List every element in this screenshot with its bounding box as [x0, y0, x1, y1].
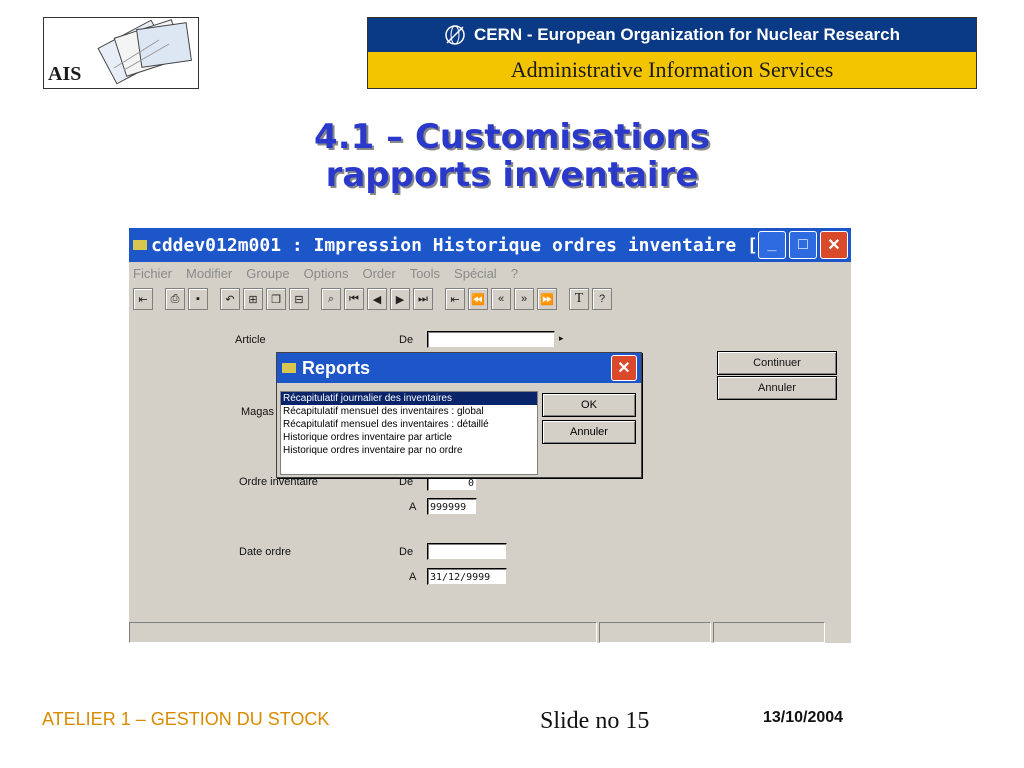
save-icon[interactable]: ▪: [188, 288, 208, 310]
org-name: CERN - European Organization for Nuclear…: [473, 25, 901, 44]
ais-logo: AIS: [43, 17, 199, 89]
cern-banner: CERN - European Organization for Nuclear…: [367, 17, 977, 89]
dialog-close-button[interactable]: ✕: [611, 355, 637, 381]
next-record-icon[interactable]: ▶: [390, 288, 410, 310]
page-title: 4.1 – Customisations rapports inventaire: [314, 117, 710, 195]
footer-slide-number: Slide no 15: [540, 708, 650, 734]
dialog-title: Reports: [302, 357, 371, 378]
minimize-button[interactable]: _: [758, 231, 786, 259]
toolbar: ⇤ ⎙ ▪ ↶ ⊞ ❐ ⊟ ⌕ ⏮ ◀ ▶ ⏭ ⇤ ⏪ « » ⏩ T ?: [129, 284, 851, 314]
delete-icon[interactable]: ⊟: [289, 288, 309, 310]
menu-options[interactable]: Options: [304, 266, 349, 281]
insert-icon[interactable]: ⊞: [243, 288, 263, 310]
exit-icon[interactable]: ⇤: [133, 288, 153, 310]
status-bar: [129, 622, 851, 643]
window-title: cddev012m001 : Impression Historique ord…: [151, 234, 758, 256]
article-arrow-icon[interactable]: ▸: [559, 333, 564, 344]
article-label: Article: [235, 334, 266, 346]
menu-modifier[interactable]: Modifier: [186, 266, 232, 281]
date-de-label: De: [399, 546, 414, 558]
menu-order[interactable]: Order: [362, 266, 395, 281]
menu-special[interactable]: Spécial: [454, 266, 497, 281]
prev-record-icon[interactable]: ◀: [367, 288, 387, 310]
maximize-button[interactable]: □: [789, 231, 817, 259]
dialog-annuler-button[interactable]: Annuler: [542, 420, 636, 444]
date-a-label: A: [409, 571, 417, 583]
dialog-app-icon: [282, 363, 296, 373]
first-block-icon[interactable]: ⇤: [445, 288, 465, 310]
list-item[interactable]: Récapitulatif mensuel des inventaires : …: [281, 418, 537, 431]
menu-tools[interactable]: Tools: [410, 266, 440, 281]
menu-groupe[interactable]: Groupe: [246, 266, 289, 281]
app-icon: [133, 240, 147, 250]
print-icon[interactable]: ⎙: [165, 288, 185, 310]
menu-fichier[interactable]: Fichier: [133, 266, 172, 281]
undo-icon[interactable]: ↶: [220, 288, 240, 310]
continuer-button[interactable]: Continuer: [717, 351, 837, 375]
menu-bar: Fichier Modifier Groupe Options Order To…: [129, 262, 851, 284]
dept-name: Administrative Information Services: [368, 52, 976, 88]
ordre-a-label: A: [409, 501, 417, 513]
copy-icon[interactable]: ❐: [266, 288, 286, 310]
next-icon[interactable]: »: [514, 288, 534, 310]
list-item[interactable]: Historique ordres inventaire par no ordr…: [281, 444, 537, 457]
ordre-a-field[interactable]: 999999: [427, 498, 477, 515]
last-record-icon[interactable]: ⏭: [413, 288, 433, 310]
cern-logo-icon: [445, 25, 465, 45]
article-de-label: De: [399, 334, 414, 346]
reports-dialog: Reports ✕ Récapitulatif journalier des i…: [276, 352, 642, 478]
prev-icon[interactable]: «: [491, 288, 511, 310]
list-item[interactable]: Récapitulatif journalier des inventaires: [281, 392, 537, 405]
article-de-field[interactable]: [427, 331, 555, 348]
window-titlebar[interactable]: cddev012m001 : Impression Historique ord…: [129, 228, 851, 262]
close-button[interactable]: ✕: [820, 231, 848, 259]
footer-left: ATELIER 1 – GESTION DU STOCK: [42, 709, 330, 729]
list-item[interactable]: Historique ordres inventaire par article: [281, 431, 537, 444]
dialog-titlebar[interactable]: Reports ✕: [277, 353, 641, 383]
reports-list[interactable]: Récapitulatif journalier des inventaires…: [280, 391, 538, 475]
prev-page-icon[interactable]: ⏪: [468, 288, 488, 310]
date-de-field[interactable]: [427, 543, 507, 560]
annuler-button[interactable]: Annuler: [717, 376, 837, 400]
list-item[interactable]: Récapitulatif mensuel des inventaires : …: [281, 405, 537, 418]
help-pointer-icon[interactable]: ?: [592, 288, 612, 310]
text-icon[interactable]: T: [569, 288, 589, 310]
date-label: Date ordre: [239, 546, 291, 558]
magasin-label: Magas: [241, 406, 275, 418]
find-icon[interactable]: ⌕: [321, 288, 341, 310]
status-panel-2: [599, 622, 711, 643]
menu-help[interactable]: ?: [511, 266, 518, 281]
first-record-icon[interactable]: ⏮: [344, 288, 364, 310]
footer-date: 13/10/2004: [763, 709, 844, 726]
date-a-field[interactable]: 31/12/9999: [427, 568, 507, 585]
logo-text: AIS: [48, 63, 82, 85]
last-page-icon[interactable]: ⏩: [537, 288, 557, 310]
status-message: [129, 622, 597, 643]
status-panel-3: [713, 622, 825, 643]
dialog-ok-button[interactable]: OK: [542, 393, 636, 417]
